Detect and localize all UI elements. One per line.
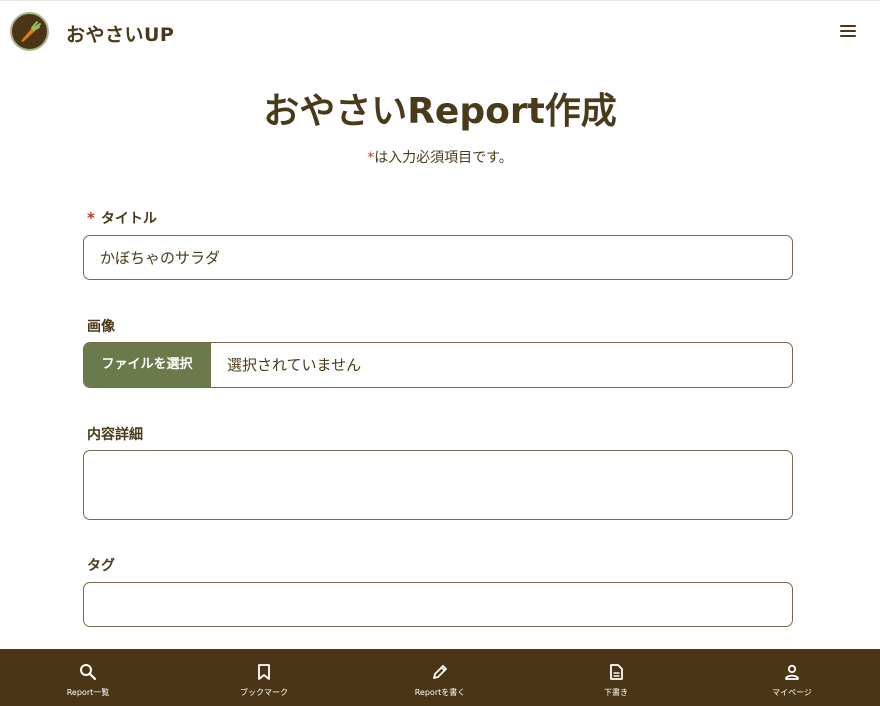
pencil-icon bbox=[433, 665, 447, 679]
content-textarea[interactable] bbox=[84, 451, 792, 519]
nav-item-report-list[interactable]: Report一覧 bbox=[0, 649, 176, 706]
nav-label: 下書き bbox=[604, 688, 628, 697]
tag-input[interactable] bbox=[84, 583, 792, 626]
bottom-nav: Report一覧 ブックマーク Reportを書く 下書き マイページ bbox=[0, 649, 880, 706]
tag-label: タグ bbox=[87, 558, 115, 574]
file-status: 選択されていません bbox=[227, 356, 362, 374]
document-icon bbox=[610, 664, 623, 680]
nav-item-drafts[interactable]: 下書き bbox=[528, 649, 704, 706]
nav-label: Reportを書く bbox=[414, 688, 466, 697]
image-file-field: ファイルを選択 選択されていません bbox=[83, 342, 793, 388]
hamburger-menu-icon[interactable] bbox=[838, 22, 858, 40]
required-note-text: は入力必須項目です。 bbox=[374, 150, 513, 166]
required-asterisk: * bbox=[87, 209, 95, 227]
tag-field bbox=[83, 582, 793, 627]
image-label: 画像 bbox=[87, 319, 115, 335]
app-header: おやさいUP bbox=[0, 0, 880, 62]
nav-item-mypage[interactable]: マイページ bbox=[704, 649, 880, 706]
title-field bbox=[83, 235, 793, 280]
nav-item-write-report[interactable]: Reportを書く bbox=[352, 649, 528, 706]
search-icon bbox=[80, 664, 97, 681]
brand-name[interactable]: おやさいUP bbox=[66, 20, 174, 47]
nav-item-bookmark[interactable]: ブックマーク bbox=[176, 649, 352, 706]
choose-file-button[interactable]: ファイルを選択 bbox=[84, 343, 211, 387]
nav-label: Report一覧 bbox=[66, 688, 110, 697]
bookmark-icon bbox=[258, 664, 270, 680]
nav-label: マイページ bbox=[772, 688, 812, 697]
person-icon bbox=[785, 664, 799, 680]
nav-label: ブックマーク bbox=[240, 688, 288, 697]
required-note: *は入力必須項目です。 bbox=[0, 147, 880, 167]
content-field bbox=[83, 450, 793, 520]
page-title: おやさいReport作成 bbox=[263, 91, 617, 132]
title-input[interactable] bbox=[84, 236, 792, 279]
title-label-text: タイトル bbox=[100, 211, 157, 227]
title-label: * タイトル bbox=[87, 208, 157, 228]
content-label: 内容詳細 bbox=[87, 427, 143, 443]
carrot-logo-icon[interactable] bbox=[10, 12, 49, 51]
